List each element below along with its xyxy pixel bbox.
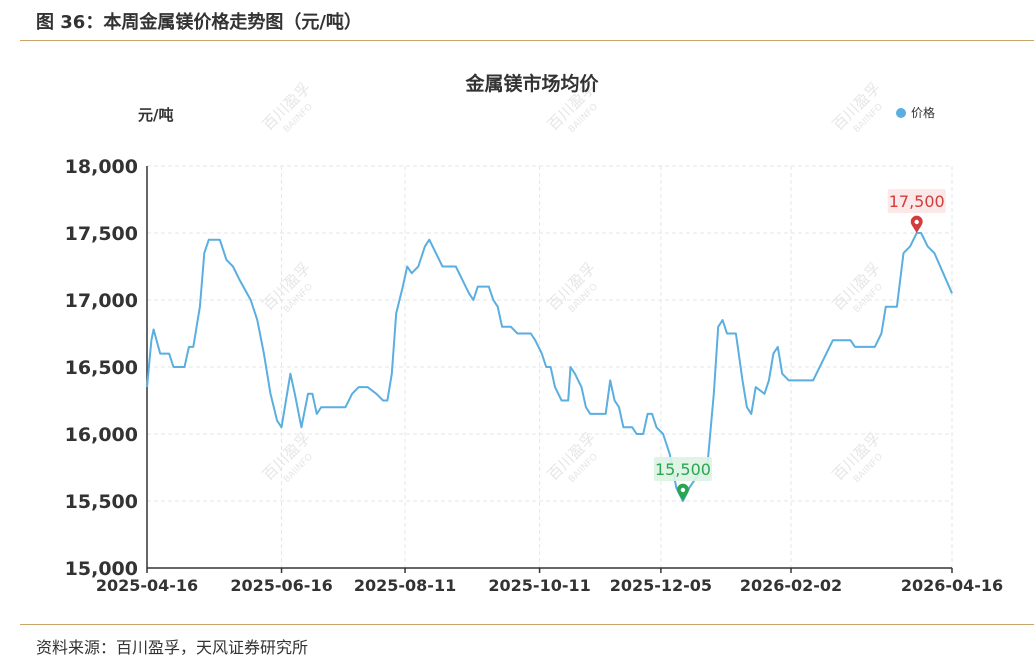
y-tick-label: 16,000 <box>65 424 138 446</box>
x-tick-label: 2025-10-11 <box>488 576 590 595</box>
source-note: 资料来源：百川盈孚，天风证券研究所 <box>36 638 309 657</box>
y-tick-label: 17,000 <box>65 290 138 312</box>
y-tick-label: 17,500 <box>65 223 138 245</box>
pin-hole <box>680 487 686 493</box>
watermark-layer: 百川盈孚BAIINFO 百川盈孚BAIINFO 百川盈孚BAIINFO 百川盈孚BAI… <box>259 79 885 485</box>
pin-hole <box>914 219 919 225</box>
price-line-chart: 百川盈孚BAIINFO 百川盈孚BAIINFO 百川盈孚BAIINFO 百川盈孚BAI… <box>65 72 1004 595</box>
watermark: 百川盈孚BAIINFO <box>544 429 600 485</box>
x-tick-label: 2026-02-02 <box>740 576 842 595</box>
y-tick-label: 15,500 <box>65 491 138 513</box>
y-tick-label: 18,000 <box>65 156 138 178</box>
legend-marker <box>896 108 906 118</box>
value-label: 17,500 <box>889 192 945 211</box>
x-tick-label: 2025-08-11 <box>354 576 456 595</box>
value-label: 15,500 <box>655 460 711 479</box>
watermark: 百川盈孚BAIINFO <box>259 79 315 135</box>
legend-label: 价格 <box>911 105 935 120</box>
annotation-layer: 17,500 15,500 <box>653 189 946 501</box>
watermark: 百川盈孚BAIINFO <box>829 429 885 485</box>
x-tick-label: 2025-06-16 <box>230 576 332 595</box>
watermark: 百川盈孚BAIINFO <box>829 259 885 315</box>
pin-icon <box>910 215 923 233</box>
y-tick-label: 16,500 <box>65 357 138 379</box>
watermark: 百川盈孚BAIINFO <box>829 79 885 135</box>
pin-icon <box>676 483 689 501</box>
y-tick-labels: 15,00015,50016,00016,50017,00017,50018,0… <box>65 156 138 580</box>
bottom-divider <box>20 624 1034 625</box>
chart-title: 金属镁市场均价 <box>464 72 599 95</box>
watermark: 百川盈孚BAIINFO <box>259 259 315 315</box>
watermark: 百川盈孚BAIINFO <box>259 429 315 485</box>
grid-lines <box>146 165 953 573</box>
max-value-marker: 17,500 <box>887 189 946 233</box>
x-tick-labels: 2025-04-16 2025-06-16 2025-08-11 2025-10-11… <box>96 576 1003 595</box>
watermark: 百川盈孚BAIINFO <box>544 259 600 315</box>
x-tick-label: 2026-04-16 <box>901 576 1003 595</box>
x-tick-label: 2025-04-16 <box>96 576 198 595</box>
y-axis-unit-label: 元/吨 <box>138 106 173 124</box>
x-tick-label: 2025-12-05 <box>610 576 712 595</box>
min-value-marker: 15,500 <box>653 457 712 501</box>
legend[interactable]: 价格 <box>896 105 935 120</box>
